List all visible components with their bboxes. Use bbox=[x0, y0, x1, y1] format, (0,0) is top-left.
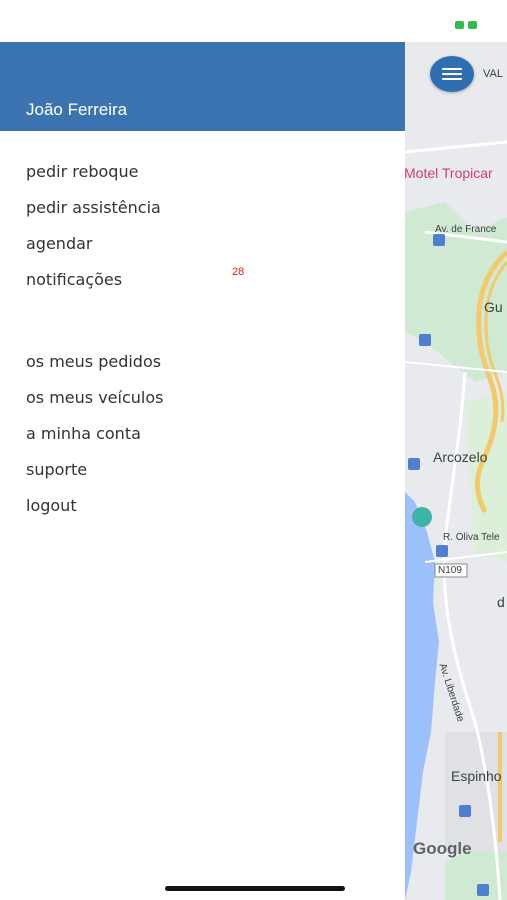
map-label-av-france: Av. de France bbox=[435, 224, 497, 235]
road bbox=[405, 140, 507, 154]
transit-icon bbox=[436, 545, 448, 557]
urban-area bbox=[445, 732, 507, 852]
battery-icon bbox=[455, 20, 477, 30]
home-indicator[interactable] bbox=[165, 886, 345, 891]
google-logo: Google bbox=[413, 839, 472, 858]
menu-item-os-meus-pedidos[interactable]: os meus pedidos bbox=[26, 352, 161, 371]
map-label-d: d bbox=[497, 594, 505, 610]
battery-cell-right bbox=[468, 21, 477, 29]
map-label-motel: Motel Tropicar bbox=[405, 165, 493, 181]
drawer-header: João Ferreira bbox=[0, 42, 405, 131]
transit-icon bbox=[477, 884, 489, 896]
hamburger-icon-line bbox=[442, 78, 462, 80]
battery-cell-left bbox=[455, 21, 464, 29]
menu-item-pedir-assistencia[interactable]: pedir assistência bbox=[26, 198, 161, 217]
menu-item-a-minha-conta[interactable]: a minha conta bbox=[26, 424, 141, 443]
map-label-arcozelo: Arcozelo bbox=[433, 449, 488, 465]
map-label-espinho: Espinho bbox=[451, 768, 502, 784]
transit-icon bbox=[433, 234, 445, 246]
transit-icon bbox=[419, 334, 431, 346]
hamburger-icon bbox=[442, 68, 462, 70]
map-view[interactable]: VAL Motel Tropicar Av. de France Gu Arco… bbox=[405, 42, 507, 900]
map-label-n109: N109 bbox=[438, 565, 462, 576]
menu-item-suporte[interactable]: suporte bbox=[26, 460, 87, 479]
map-label-val: VAL bbox=[483, 68, 503, 80]
menu-item-os-meus-veiculos[interactable]: os meus veículos bbox=[26, 388, 163, 407]
hamburger-icon-line bbox=[442, 73, 462, 75]
map-label-oliva: R. Oliva Tele bbox=[443, 532, 500, 543]
status-bar bbox=[0, 0, 507, 42]
transit-icon bbox=[459, 805, 471, 817]
menu-item-logout[interactable]: logout bbox=[26, 496, 77, 515]
notifications-badge: 28 bbox=[232, 266, 245, 278]
navigation-drawer: João Ferreira pedir reboque pedir assist… bbox=[0, 42, 405, 900]
map-label-gu: Gu bbox=[484, 299, 503, 315]
menu-item-pedir-reboque[interactable]: pedir reboque bbox=[26, 162, 138, 181]
transit-icon bbox=[408, 458, 420, 470]
menu-item-notificacoes[interactable]: notificações bbox=[26, 270, 122, 289]
map-menu-button[interactable] bbox=[430, 56, 474, 92]
menu-item-agendar[interactable]: agendar bbox=[26, 234, 92, 253]
user-name: João Ferreira bbox=[26, 100, 128, 119]
camera-poi-icon bbox=[412, 507, 432, 527]
